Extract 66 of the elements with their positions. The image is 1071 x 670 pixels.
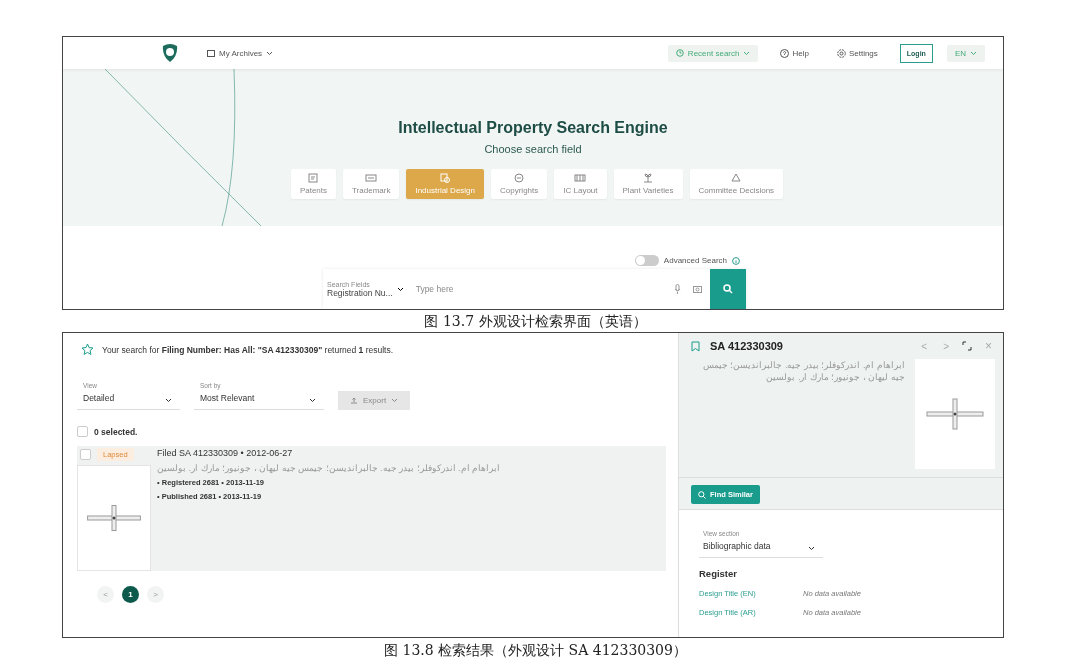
detail-title: SA 412330309 xyxy=(710,340,783,352)
owner-names: ابراهام ام. اندركوفلر؛ بيدر جيه. جالبرانديسن؛ جيمس جيه ليهان ، جونيور؛ مارك ار. بولسين xyxy=(157,463,501,473)
advanced-search-label: Advanced Search xyxy=(663,256,727,265)
search-input[interactable]: Type here xyxy=(407,269,674,309)
settings-icon xyxy=(836,48,846,58)
result-checkbox[interactable] xyxy=(80,449,91,460)
dropdown-value: Bibliographic data xyxy=(703,541,771,551)
category-icon xyxy=(574,173,587,183)
figure-caption: 图 13.7 外观设计检索界面（英语） xyxy=(424,313,647,329)
page-button[interactable]: 1 xyxy=(122,586,139,603)
select-all-checkbox[interactable] xyxy=(77,426,88,437)
next-button[interactable]: > xyxy=(940,340,952,352)
upload-icon xyxy=(350,397,358,404)
owner-names: ابراهام ام. اندركوفلر؛ بيدر جيه. جالبرانديسن؛ جيمس جيه ليهان ، جونيور؛ مارك ار. بولسين xyxy=(702,359,905,385)
language-menu[interactable]: EN xyxy=(946,44,985,62)
close-button[interactable]: × xyxy=(982,339,995,353)
search-button[interactable] xyxy=(710,269,746,309)
category-icon xyxy=(642,173,654,183)
search-summary: Your search for Filing Number: Has All: "SA 412330309" returned 1 results. xyxy=(102,344,394,355)
figure-caption: 图 13.8 检索结果（外观设计 SA 412330309） xyxy=(384,642,687,658)
chevron-icon xyxy=(266,50,274,56)
chevron-icon xyxy=(970,50,977,56)
dropdown-value: Most Relevant xyxy=(200,393,255,403)
page-subtitle: Choose search field xyxy=(484,143,582,155)
settings-link[interactable]: Settings xyxy=(830,47,884,59)
section-heading: Register xyxy=(699,568,738,579)
help-link[interactable]: Help xyxy=(774,47,815,59)
result-title: Filed SA 412330309 • 2012-06-27 xyxy=(157,448,294,458)
selected-count: 0 selected. xyxy=(94,426,138,437)
chevron-icon xyxy=(808,546,815,551)
my-archives-menu[interactable]: My Archives xyxy=(201,47,280,59)
category-tab[interactable]: Committee Decisions xyxy=(689,169,784,199)
category-tab[interactable]: IC Layout xyxy=(554,169,607,199)
search-icon xyxy=(723,284,733,294)
microphone-icon[interactable] xyxy=(674,284,681,294)
help-icon xyxy=(732,256,740,265)
chevron-icon xyxy=(396,286,404,292)
search-icon xyxy=(698,490,706,499)
expand-icon[interactable] xyxy=(962,341,972,351)
field-value: Registration Nu... xyxy=(327,287,393,298)
bookmark-icon[interactable] xyxy=(691,340,700,352)
page-title: Intellectual Property Search Engine xyxy=(398,119,668,137)
star-icon[interactable] xyxy=(81,343,94,356)
recent-search-menu[interactable]: Recent search xyxy=(667,44,759,62)
category-tab[interactable]: Industrial Design xyxy=(406,169,484,199)
help-icon xyxy=(780,48,790,58)
history-icon xyxy=(675,49,684,57)
chevron-icon xyxy=(309,398,316,403)
category-tab[interactable]: Plant Varieties xyxy=(613,169,683,199)
emblem-logo-icon xyxy=(161,43,179,63)
category-icon xyxy=(730,173,743,183)
dropdown-value: Detailed xyxy=(83,393,115,403)
chevron-icon xyxy=(165,398,172,403)
previous-button[interactable]: < xyxy=(918,340,931,352)
category-icon xyxy=(365,173,378,183)
chevron-icon xyxy=(743,50,751,56)
category-icon xyxy=(307,173,320,183)
category-tab[interactable]: Trademark xyxy=(343,169,400,199)
camera-icon[interactable] xyxy=(693,285,702,293)
advanced-search-toggle[interactable] xyxy=(634,255,659,266)
category-icon xyxy=(439,173,452,183)
chevron-icon xyxy=(391,398,399,403)
category-icon xyxy=(513,173,526,183)
category-tab[interactable]: Patents xyxy=(290,169,337,199)
folder-icon xyxy=(207,49,215,57)
category-tab[interactable]: Copyrights xyxy=(491,169,548,199)
